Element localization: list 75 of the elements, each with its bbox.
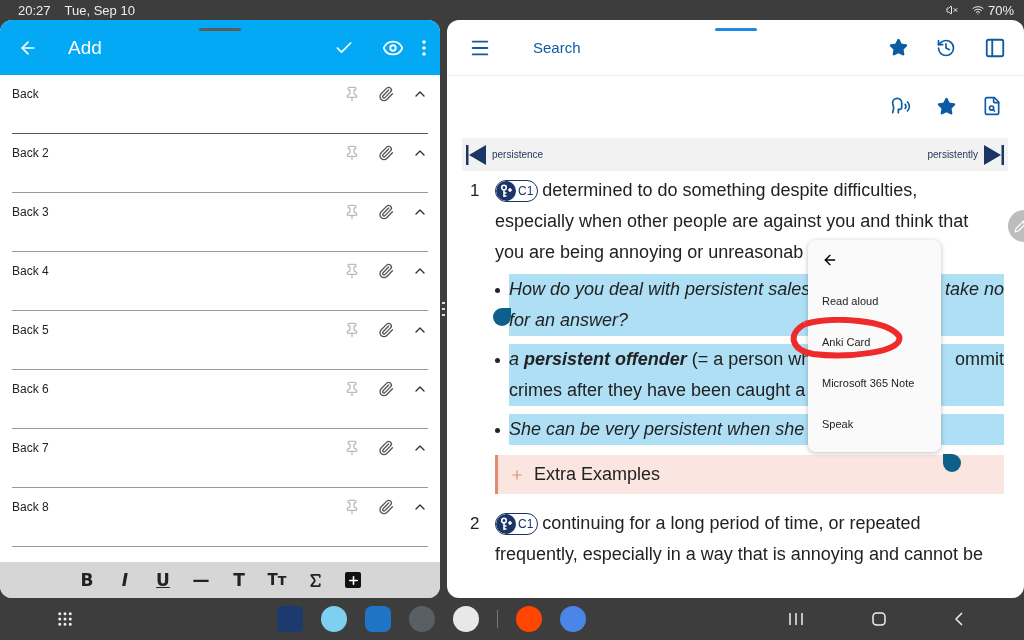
field-label: Back 8 bbox=[12, 500, 50, 515]
highlighted-text: ommit bbox=[955, 348, 1004, 371]
pencil-icon bbox=[1014, 219, 1024, 233]
bullet-icon bbox=[495, 428, 500, 433]
paperclip-icon[interactable] bbox=[378, 381, 394, 398]
caps-button[interactable]: Tт bbox=[266, 568, 288, 592]
field-label: Back 7 bbox=[12, 441, 50, 456]
clock-text: 20:27 bbox=[18, 2, 51, 18]
menu-item[interactable]: Microsoft 365 Note bbox=[822, 375, 915, 391]
split-handle[interactable] bbox=[442, 300, 445, 318]
plus-icon bbox=[510, 467, 524, 482]
next-icon[interactable] bbox=[982, 142, 1006, 167]
underline-button[interactable]: U bbox=[152, 568, 174, 592]
recents-icon[interactable] bbox=[788, 612, 804, 626]
highlighted-text: She can be very persistent when she bbox=[509, 418, 805, 441]
field-label: Back 6 bbox=[12, 382, 50, 397]
paperclip-icon[interactable] bbox=[378, 322, 394, 339]
sense-number: 1 bbox=[470, 180, 481, 202]
menu-item[interactable]: Anki Card bbox=[822, 334, 871, 350]
bold-button[interactable]: B bbox=[76, 568, 98, 592]
history-icon bbox=[936, 37, 956, 58]
speaking-person-icon bbox=[891, 96, 911, 116]
field-label: Back 5 bbox=[12, 323, 50, 338]
rule-button[interactable]: — bbox=[190, 568, 212, 592]
menu-item[interactable]: Speak bbox=[822, 416, 854, 432]
paperclip-icon[interactable] bbox=[378, 263, 394, 280]
selection-handle-icon[interactable] bbox=[493, 308, 511, 326]
paperclip-icon[interactable] bbox=[378, 204, 394, 221]
mute-icon bbox=[945, 4, 958, 16]
screen-title: Add bbox=[68, 36, 102, 59]
menu-item[interactable]: Read aloud bbox=[822, 293, 879, 309]
highlighted-text: take no bbox=[944, 278, 1004, 301]
home-icon[interactable] bbox=[872, 612, 886, 626]
highlighted-text: for an answer? bbox=[509, 309, 629, 332]
wifi-icon bbox=[971, 4, 984, 16]
extra-examples-toggle[interactable]: Extra Examples bbox=[495, 455, 1004, 494]
app-drawer-icon[interactable] bbox=[56, 610, 74, 628]
paperclip-icon[interactable] bbox=[378, 86, 394, 103]
field-label: Back 3 bbox=[12, 205, 50, 220]
back-button[interactable] bbox=[822, 252, 838, 268]
definition-text: frequently, especially in a way that is annoying and cannot be bbox=[495, 543, 983, 566]
previous-icon[interactable] bbox=[464, 142, 488, 167]
selection-handle-icon[interactable] bbox=[943, 454, 961, 472]
highlighted-text: How do you deal with persistent sales bbox=[509, 278, 811, 301]
previous-entry-link[interactable]: persistence bbox=[492, 149, 544, 160]
date-text: Tue, Sep 10 bbox=[64, 2, 135, 18]
definition-text: C1 determined to do something despite difficulties, bbox=[495, 175, 918, 206]
definition-text: especially when other people are against you and think that bbox=[495, 210, 969, 233]
highlighted-text: crimes after they have been caught a bbox=[509, 379, 806, 402]
bullet-icon bbox=[495, 358, 500, 363]
plus-icon bbox=[345, 572, 361, 588]
next-entry-link[interactable]: persistently bbox=[927, 149, 978, 160]
more-button[interactable] bbox=[420, 37, 428, 58]
paperclip-icon[interactable] bbox=[378, 145, 394, 162]
app-icon[interactable] bbox=[320, 606, 347, 632]
star-icon bbox=[937, 96, 956, 116]
more-icon bbox=[422, 39, 426, 56]
search-icon bbox=[982, 96, 1002, 116]
back-nav-icon[interactable] bbox=[954, 612, 964, 626]
paperclip-icon[interactable] bbox=[378, 499, 394, 516]
title-button[interactable]: T bbox=[228, 568, 250, 592]
panel-icon bbox=[984, 36, 1006, 59]
field-label: Back 4 bbox=[12, 264, 50, 279]
sense-number: 2 bbox=[470, 513, 481, 535]
battery-text: 70% bbox=[987, 2, 1014, 18]
star-icon bbox=[889, 38, 908, 57]
search-link[interactable]: Search bbox=[533, 39, 581, 56]
definition-text: you are being annoying or unreasonab bbox=[495, 241, 804, 264]
app-icon[interactable] bbox=[452, 606, 479, 632]
definition-text: C1 continuing for a long period of time, or repeated bbox=[495, 508, 921, 539]
paperclip-icon[interactable] bbox=[378, 440, 394, 457]
field-label: Back bbox=[12, 87, 40, 102]
bullet-icon bbox=[495, 288, 500, 293]
field-label: Back 2 bbox=[12, 146, 50, 161]
italic-button[interactable]: I bbox=[114, 568, 136, 592]
